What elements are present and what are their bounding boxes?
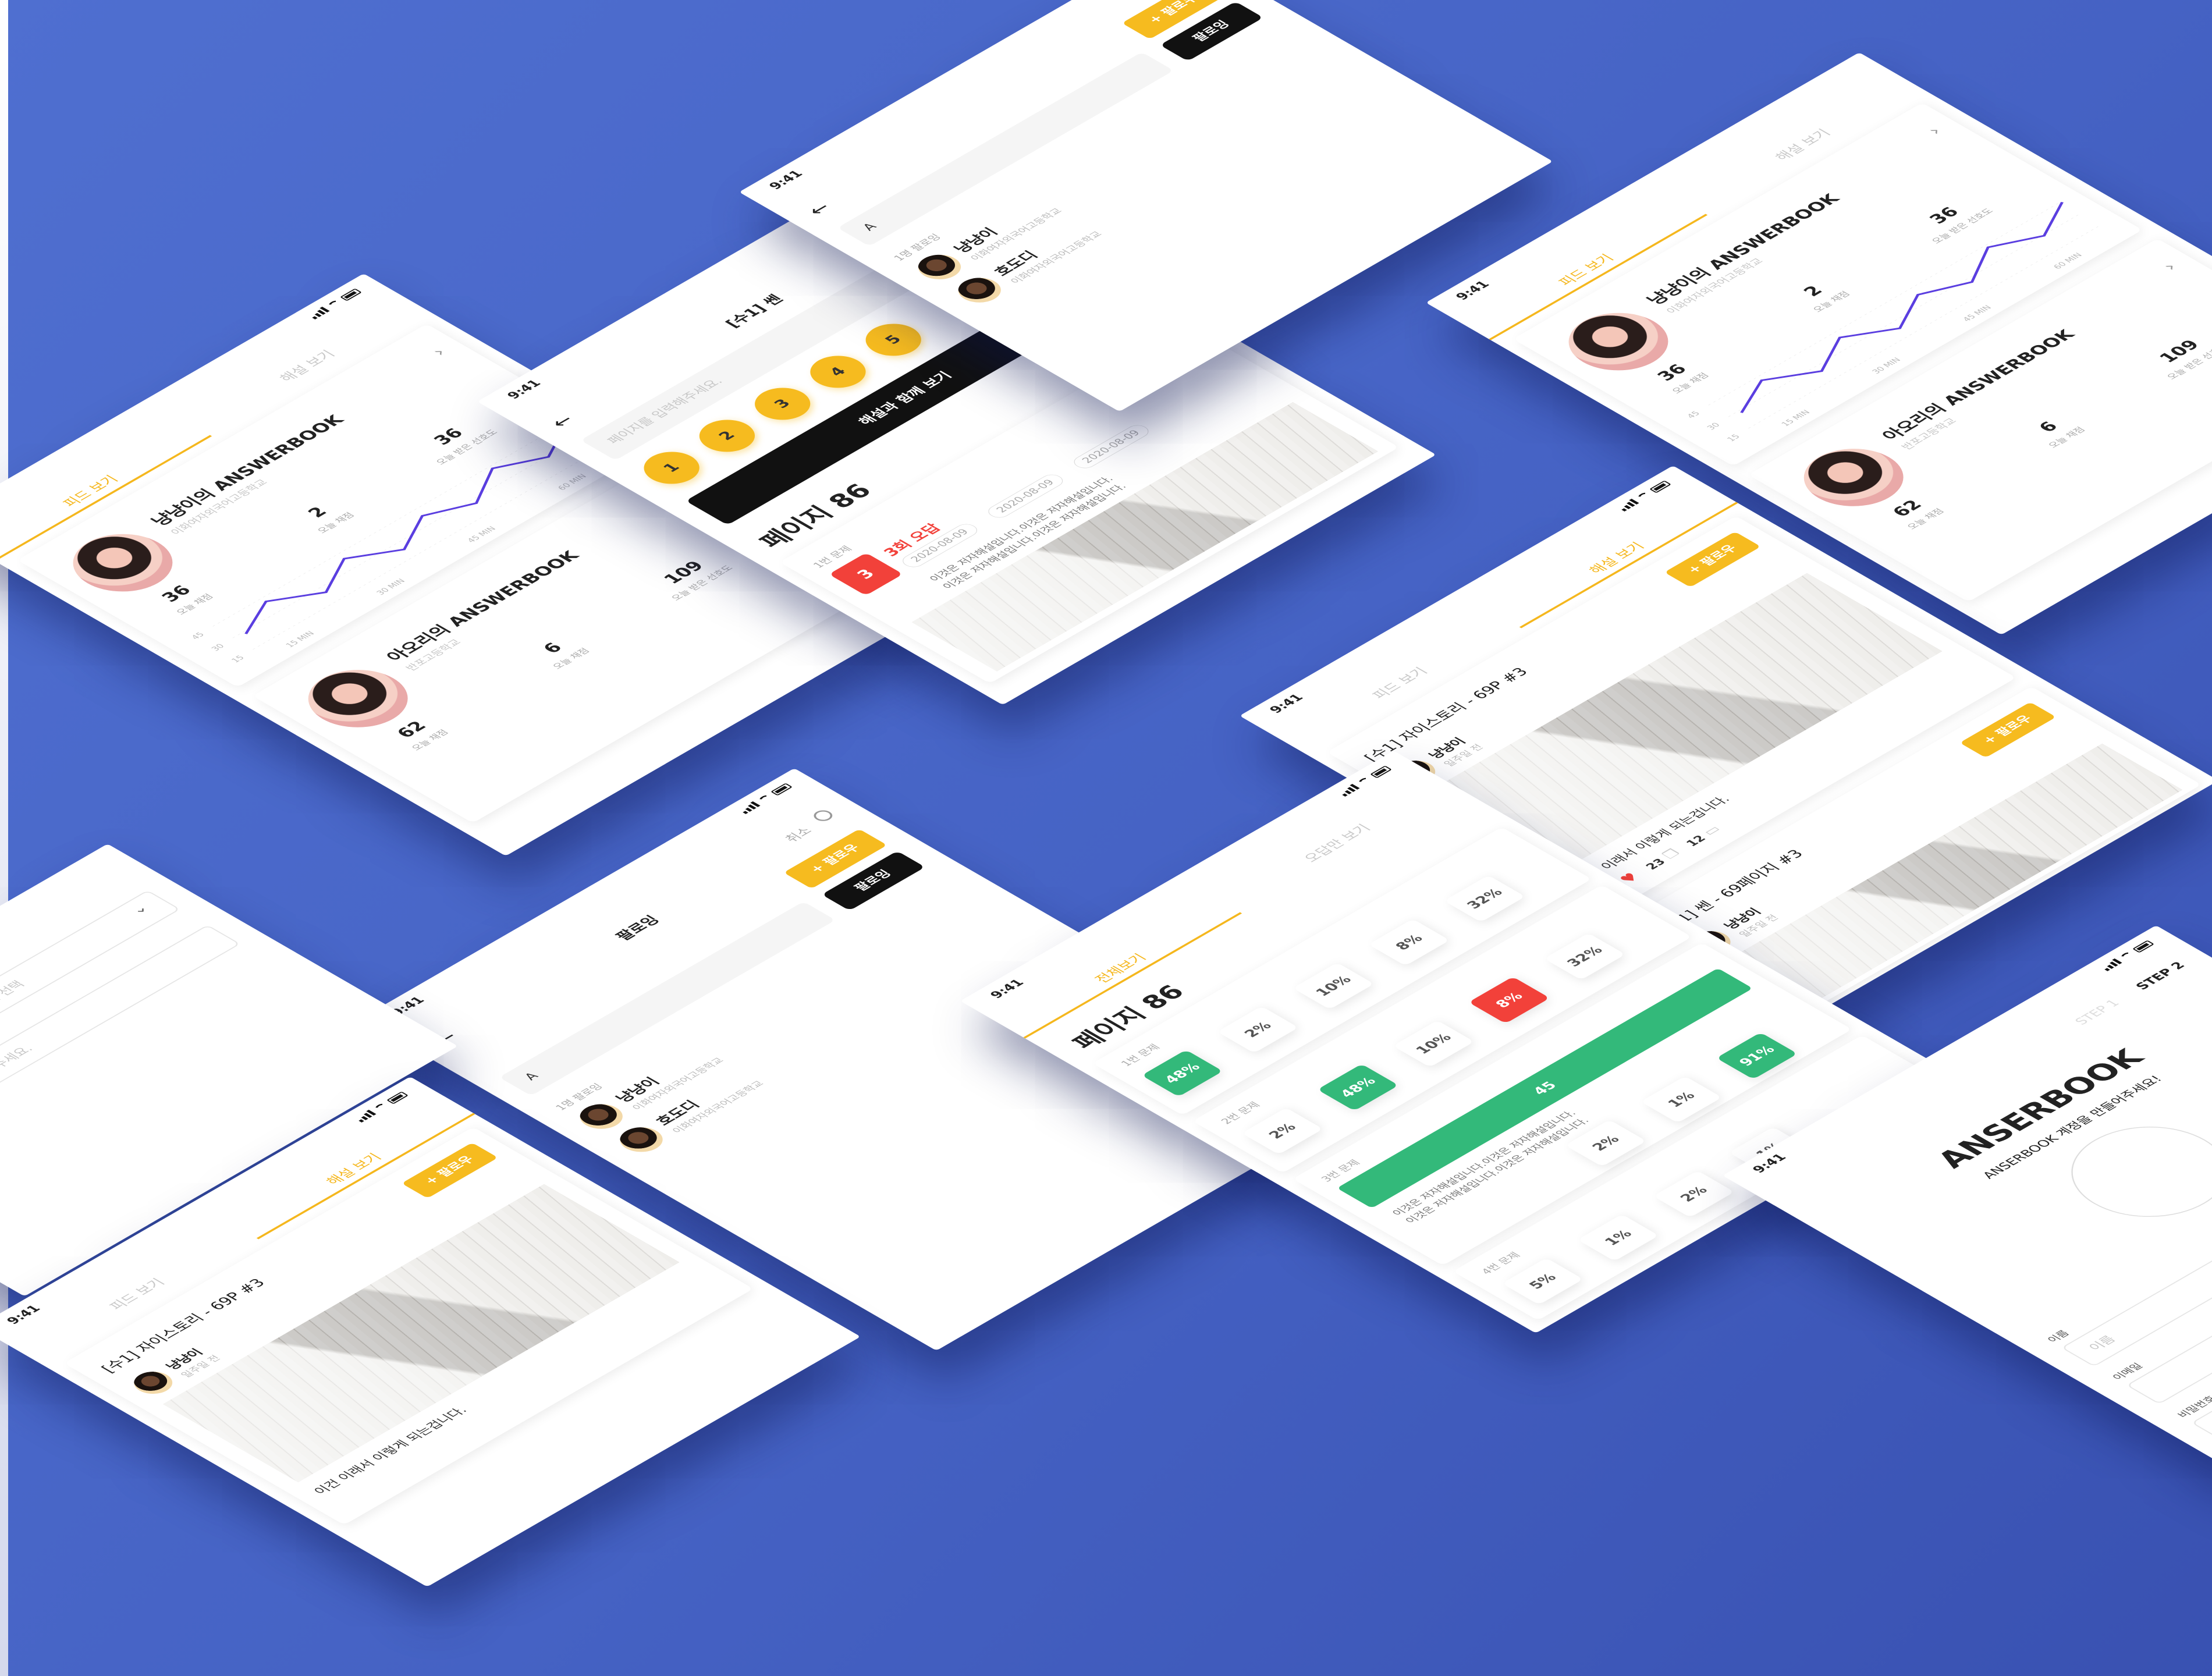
date-chip: 2020-08-09 (1069, 422, 1153, 471)
chart-x-tick: 60 MIN (556, 473, 589, 492)
status-time: 9:41 (1266, 692, 1307, 716)
signal-icon (1617, 498, 1639, 512)
step-2: STEP 2 (2133, 960, 2189, 992)
chart-x-tick: 15 MIN (1780, 409, 1812, 428)
chart-y-tick: 45 (190, 631, 207, 641)
chart-y-tick: 45 (1685, 410, 1702, 420)
avatar (909, 249, 970, 285)
answer-pct: 2% (1217, 1006, 1299, 1053)
follow-button[interactable]: + 팔로우 (401, 1142, 498, 1199)
answer-pct: 48% (1141, 1049, 1223, 1097)
answer-pct: 2% (1653, 1170, 1735, 1218)
status-time: 9:41 (987, 977, 1028, 1001)
answer-pct: 2% (1241, 1107, 1323, 1155)
chart-y-tick: 30 (1705, 421, 1722, 431)
signal-icon (354, 1109, 377, 1123)
comment-icon[interactable]: ▭ (1699, 823, 1724, 837)
status-time: 9:41 (3, 1303, 44, 1327)
battery-icon (770, 783, 793, 796)
chart-x-tick: 45 MIN (1961, 304, 1994, 323)
wifi-icon (1357, 776, 1373, 786)
avatar (126, 1367, 180, 1398)
follow-search-input[interactable]: A (837, 52, 1174, 247)
answer-pct: 10% (1393, 1020, 1475, 1067)
answer-pct: 5% (1501, 1258, 1583, 1305)
signal-icon (308, 306, 330, 319)
chart-x-tick: 30 MIN (1870, 357, 1903, 375)
back-arrow-icon[interactable]: ← (803, 199, 837, 219)
question-label: 4번 문제 (1479, 1251, 1524, 1277)
chart-x-tick: 60 MIN (2052, 252, 2085, 271)
answer-pct: 1% (1641, 1076, 1723, 1123)
page-chip-4[interactable]: 4 (798, 349, 878, 395)
mockup-board: 9:41 피드 보기해설 보기 냥냥이의 ANSWERBOOK 이화여자외국어고… (0, 0, 2212, 1676)
chart-x-tick: 30 MIN (375, 578, 407, 596)
comment-count: 23 (1642, 856, 1669, 872)
answer-pct: 8% (1368, 918, 1450, 966)
chart-y-tick: 15 (230, 654, 247, 664)
chevron-right-icon[interactable]: › (2158, 260, 2182, 274)
bookmark-count: 12 (1682, 833, 1709, 848)
name-label: 이름 (2045, 1329, 2072, 1345)
wifi-icon (2119, 951, 2136, 961)
chevron-right-icon[interactable]: › (427, 345, 450, 358)
status-time: 9:41 (504, 378, 545, 402)
page-chip-3[interactable]: 3 (743, 381, 822, 427)
chart-x-tick: 45 MIN (466, 525, 498, 544)
chevron-right-icon[interactable]: › (1923, 124, 1946, 137)
battery-icon (1649, 480, 1671, 493)
answer-pct: 48% (1317, 1064, 1399, 1111)
chart-y-tick: 30 (210, 642, 226, 652)
signal-icon (2100, 958, 2122, 971)
question-label: 2번 문제 (1219, 1100, 1263, 1126)
follow-button[interactable]: + 팔로우 (1959, 702, 2057, 758)
avatar (571, 1099, 632, 1134)
status-time: 9:41 (766, 168, 807, 192)
battery-icon (2132, 940, 2154, 953)
follow-button[interactable]: + 팔로우 (1664, 531, 1761, 588)
status-time: 9:41 (1453, 279, 1493, 303)
chart-y-tick: 15 (1725, 433, 1742, 443)
status-time: 9:41 (1749, 1152, 1790, 1176)
wifi-icon (757, 794, 774, 804)
bookmark-icon[interactable]: ❐ (1659, 847, 1684, 861)
page-chip-1[interactable]: 1 (632, 445, 711, 491)
answer-pct: 32% (1544, 933, 1626, 980)
battery-icon (386, 1091, 409, 1105)
step-1: STEP 1 (2072, 997, 2123, 1027)
avatar (949, 272, 1010, 308)
battery-icon (1369, 765, 1392, 779)
chart-x-tick: 15 MIN (284, 630, 317, 649)
answer-pct: 8% (1468, 977, 1550, 1024)
answer-pct: 10% (1293, 962, 1375, 1010)
page-chip-5[interactable]: 5 (854, 317, 933, 363)
wifi-icon (1636, 491, 1653, 501)
question-photo (911, 402, 1378, 672)
signal-icon (1338, 783, 1360, 797)
battery-icon (339, 288, 362, 301)
signal-icon (738, 801, 761, 814)
avatar (611, 1122, 672, 1157)
wifi-icon (373, 1102, 390, 1112)
answer-pct: 1% (1577, 1214, 1659, 1262)
question-label: 1번 문제 (1119, 1042, 1163, 1068)
page-chip-2[interactable]: 2 (688, 413, 766, 459)
wifi-icon (326, 299, 343, 309)
answer-pct: 91% (1716, 1032, 1798, 1080)
answer-pct: 32% (1444, 875, 1526, 922)
